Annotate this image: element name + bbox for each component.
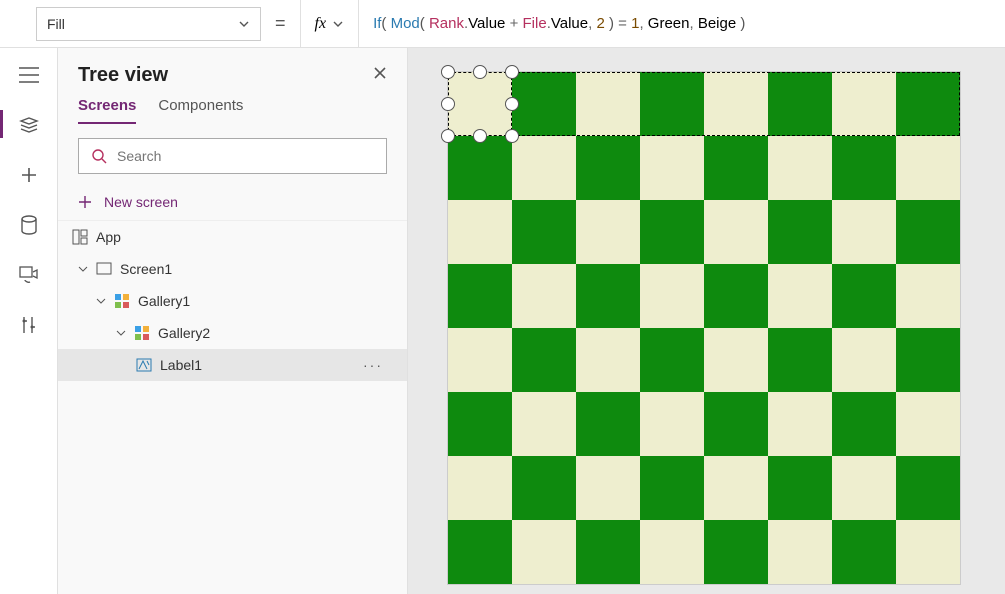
tools-icon[interactable] [18, 314, 40, 336]
property-name: Fill [47, 16, 65, 32]
checkerboard [448, 72, 960, 584]
equals-label: = [275, 13, 286, 34]
resize-handle[interactable] [441, 97, 455, 111]
tab-screens[interactable]: Screens [78, 97, 136, 124]
selection-row-outline [512, 72, 960, 136]
chevron-down-icon [116, 328, 126, 338]
selection-outline [448, 72, 512, 136]
close-icon[interactable] [373, 66, 387, 85]
search-input[interactable] [78, 138, 387, 174]
tree-panel: Tree view Screens Components New screen … [58, 48, 408, 594]
left-rail [0, 48, 58, 594]
resize-handle[interactable] [441, 65, 455, 79]
property-dropdown[interactable]: Fill [36, 7, 261, 41]
gallery-icon [134, 325, 150, 341]
resize-handle[interactable] [441, 129, 455, 143]
chevron-down-icon [332, 18, 344, 30]
fx-label: fx [315, 15, 327, 33]
resize-handle[interactable] [505, 129, 519, 143]
resize-handle[interactable] [473, 65, 487, 79]
formula-bar[interactable]: If( Mod( Rank.Value + File.Value, 2 ) = … [359, 0, 1005, 48]
plus-icon [78, 195, 92, 209]
media-icon[interactable] [18, 264, 40, 286]
insert-icon[interactable] [18, 164, 40, 186]
resize-handle[interactable] [473, 129, 487, 143]
label-icon [136, 357, 152, 373]
tree-node-label1[interactable]: Label1 ··· [58, 349, 407, 381]
tab-components[interactable]: Components [158, 97, 243, 124]
app-icon [72, 229, 88, 245]
canvas-area[interactable] [408, 48, 1005, 594]
screen-icon [96, 261, 112, 277]
new-screen-button[interactable]: New screen [58, 184, 407, 221]
data-icon[interactable] [18, 214, 40, 236]
resize-handle[interactable] [505, 65, 519, 79]
tree-node-gallery2[interactable]: Gallery2 [58, 317, 407, 349]
resize-handle[interactable] [505, 97, 519, 111]
more-icon[interactable]: ··· [363, 357, 383, 373]
selection-box[interactable] [448, 72, 512, 136]
tree-node-app[interactable]: App [58, 221, 407, 253]
tree-view-icon[interactable] [18, 114, 40, 136]
chevron-down-icon [96, 296, 106, 306]
chevron-down-icon [78, 264, 88, 274]
canvas[interactable] [448, 72, 960, 584]
tree-node-screen1[interactable]: Screen1 [58, 253, 407, 285]
chevron-down-icon [238, 18, 250, 30]
tree-node-gallery1[interactable]: Gallery1 [58, 285, 407, 317]
gallery-icon [114, 293, 130, 309]
tree-title: Tree view [78, 64, 168, 87]
hamburger-icon[interactable] [18, 64, 40, 86]
search-icon [91, 148, 107, 164]
fx-dropdown[interactable]: fx [300, 0, 360, 48]
search-field[interactable] [117, 148, 374, 164]
